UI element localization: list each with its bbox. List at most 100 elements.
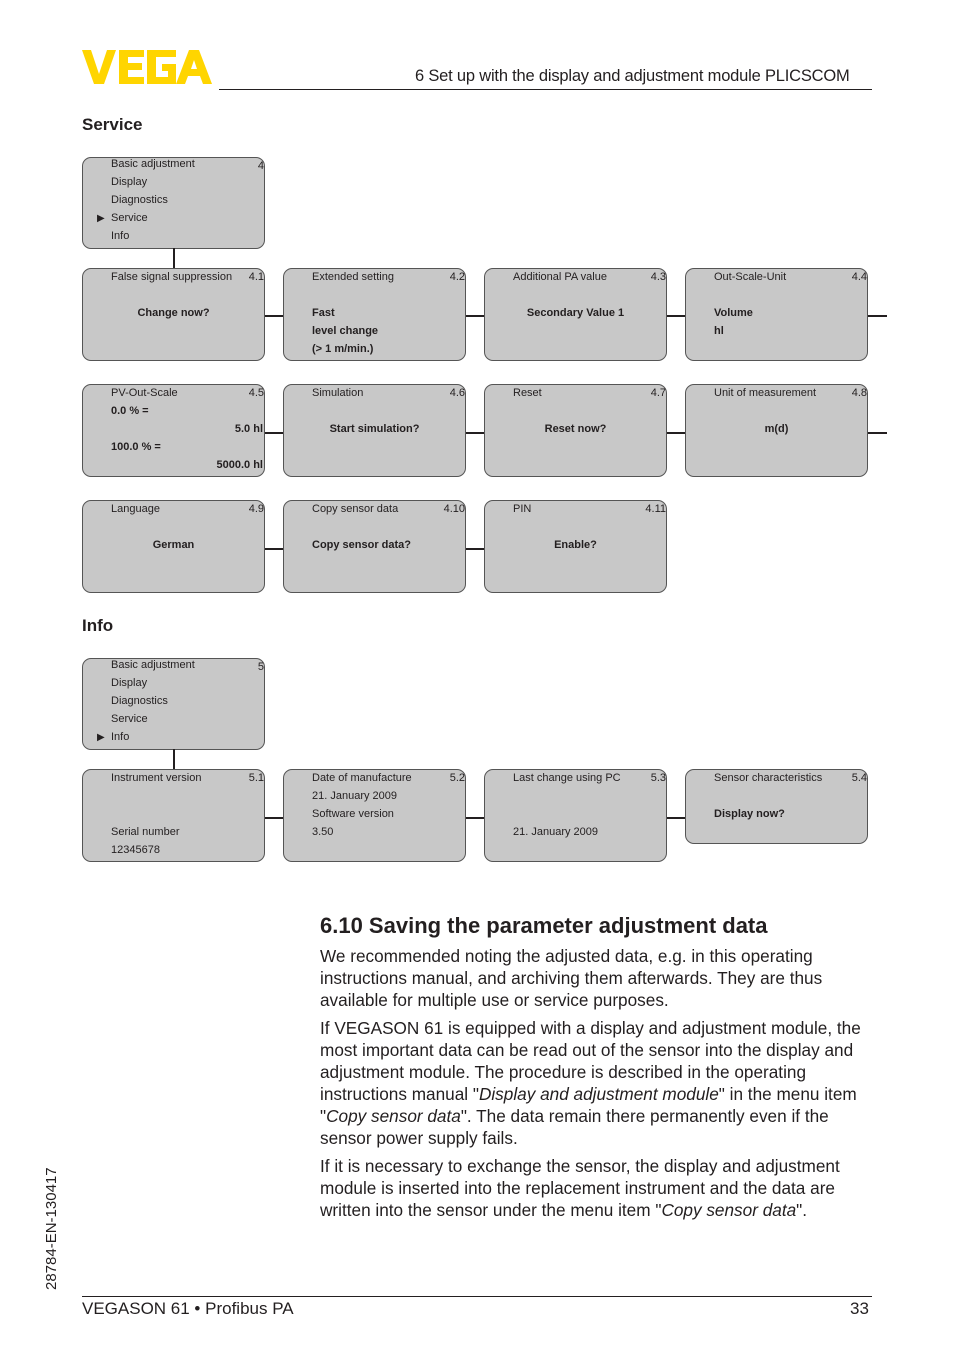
box-title: Instrument version	[111, 772, 202, 784]
header-rule	[219, 89, 872, 90]
menu-box-extended-setting[interactable]: Extended setting 4.2 Fast level change (…	[283, 268, 466, 361]
selection-arrow-icon: ▶	[97, 213, 105, 224]
connector	[173, 248, 175, 269]
box-value: Fast	[312, 307, 335, 319]
box-value: 0.0 % =	[111, 405, 149, 417]
section-title: 6.10 Saving the parameter adjustment dat…	[320, 913, 768, 938]
service-heading: Service	[82, 115, 143, 134]
box-value: 5.0 hl	[234, 423, 263, 435]
menu-box-additional-pa-value[interactable]: Additional PA value 4.3 Secondary Value …	[484, 268, 667, 361]
info-heading: Info	[82, 616, 114, 635]
box-value: Secondary Value 1	[526, 307, 625, 319]
box-value: 5000.0 hl	[216, 459, 263, 471]
box-title: Additional PA value	[513, 271, 607, 283]
menu-box-sensor-characteristics[interactable]: Sensor characteristics 5.4 Display now?	[685, 769, 868, 844]
box-value: Display now?	[714, 808, 785, 820]
box-value: level change	[312, 325, 379, 337]
box-number: 4.11	[645, 503, 666, 515]
connector	[466, 432, 485, 434]
menu-box-pin[interactable]: PIN 4.11 Enable?	[484, 500, 667, 593]
box-value: 21. January 2009	[312, 790, 398, 802]
box-value: Serial number	[111, 826, 180, 838]
connector	[667, 432, 686, 434]
italic-reference: Copy sensor data	[661, 1199, 797, 1220]
box-number: 4.8	[851, 387, 867, 399]
menu-item-diagnostics[interactable]: Diagnostics	[111, 695, 168, 707]
connector	[466, 548, 485, 550]
box-value: Copy sensor data?	[312, 539, 412, 551]
menu-box-language[interactable]: Language 4.9 German	[82, 500, 265, 593]
service-main-menu[interactable]: Basic adjustment Display Diagnostics ▶ S…	[82, 157, 265, 249]
box-number: 4.2	[449, 271, 465, 283]
box-title: PIN	[513, 503, 532, 515]
box-title: Date of manufacture	[312, 772, 412, 784]
menu-box-date-of-manufacture[interactable]: Date of manufacture 5.2 21. January 2009…	[283, 769, 466, 862]
menu-item-diagnostics[interactable]: Diagnostics	[111, 194, 168, 206]
box-value: Change now?	[137, 307, 210, 319]
box-value: m(d)	[764, 423, 789, 435]
paragraph-3: If it is necessary to exchange the senso…	[320, 1156, 880, 1222]
menu-item-basic-adjustment[interactable]: Basic adjustment	[111, 659, 195, 671]
menu-item-display[interactable]: Display	[111, 677, 147, 689]
connector	[466, 817, 485, 819]
document-code: 28784-EN-130417	[43, 1167, 60, 1290]
box-value: German	[152, 539, 195, 551]
menu-box-out-scale-unit[interactable]: Out-Scale-Unit 4.4 Volume hl	[685, 268, 868, 361]
italic-reference: Copy sensor data	[326, 1105, 461, 1126]
box-number: 4.4	[851, 271, 867, 283]
connector	[265, 315, 284, 317]
box-number: 5.4	[851, 772, 867, 784]
connector	[868, 432, 887, 434]
box-value: Volume	[714, 307, 753, 319]
box-number: 5.3	[650, 772, 666, 784]
menu-item-info[interactable]: Info	[111, 230, 129, 242]
box-number: 4.10	[443, 503, 465, 515]
menu-item-service[interactable]: Service	[111, 713, 148, 725]
menu-box-simulation[interactable]: Simulation 4.6 Start simulation?	[283, 384, 466, 477]
menu-box-pv-out-scale[interactable]: PV-Out-Scale 4.5 0.0 % = 5.0 hl 100.0 % …	[82, 384, 265, 477]
box-value: Start simulation?	[329, 423, 420, 435]
box-number: 4.5	[248, 387, 264, 399]
menu-item-info[interactable]: Info	[111, 731, 129, 743]
box-number: 4.3	[650, 271, 666, 283]
box-number: 4.6	[449, 387, 465, 399]
menu-item-service[interactable]: Service	[111, 212, 148, 224]
box-title: Language	[111, 503, 160, 515]
menu-box-unit-of-measurement[interactable]: Unit of measurement 4.8 m(d)	[685, 384, 868, 477]
box-value: (> 1 m/min.)	[312, 343, 374, 355]
box-number: 5.1	[248, 772, 264, 784]
info-main-menu[interactable]: Basic adjustment Display Diagnostics Ser…	[82, 658, 265, 750]
connector	[265, 817, 284, 819]
menu-item-display[interactable]: Display	[111, 176, 147, 188]
page-number: 33	[850, 1299, 869, 1318]
text: ".	[796, 1199, 808, 1220]
italic-reference: Display and adjustment module	[478, 1083, 719, 1104]
box-title: Simulation	[312, 387, 364, 399]
connector	[265, 548, 284, 550]
box-title: PV-Out-Scale	[111, 387, 178, 399]
menu-box-copy-sensor-data[interactable]: Copy sensor data 4.10 Copy sensor data?	[283, 500, 466, 593]
box-value: Software version	[312, 808, 394, 820]
box-number: 5.2	[449, 772, 465, 784]
menu-box-instrument-version[interactable]: Instrument version 5.1 Serial number 123…	[82, 769, 265, 862]
box-value: 100.0 % =	[111, 441, 161, 453]
box-value: Reset now?	[544, 423, 607, 435]
box-title: Reset	[513, 387, 542, 399]
box-title: False signal suppression	[111, 271, 233, 283]
menu-box-last-change-using-pc[interactable]: Last change using PC 5.3 21. January 200…	[484, 769, 667, 862]
box-title: Unit of measurement	[714, 387, 817, 399]
box-number: 4.1	[248, 271, 264, 283]
connector	[667, 817, 686, 819]
footer-product: VEGASON 61 • Profibus PA	[82, 1299, 294, 1318]
box-value: Enable?	[554, 539, 597, 551]
paragraph-2: If VEGASON 61 is equipped with a display…	[320, 1018, 880, 1149]
menu-item-basic-adjustment[interactable]: Basic adjustment	[111, 158, 195, 170]
box-number: 4.9	[248, 503, 264, 515]
box-title: Copy sensor data	[312, 503, 399, 515]
menu-box-false-signal-suppression[interactable]: False signal suppression 4.1 Change now?	[82, 268, 265, 361]
box-number: 4.7	[650, 387, 666, 399]
box-title: Sensor characteristics	[714, 772, 823, 784]
menu-box-reset[interactable]: Reset 4.7 Reset now?	[484, 384, 667, 477]
chapter-title: 6 Set up with the display and adjustment…	[415, 67, 850, 85]
connector	[173, 749, 175, 770]
